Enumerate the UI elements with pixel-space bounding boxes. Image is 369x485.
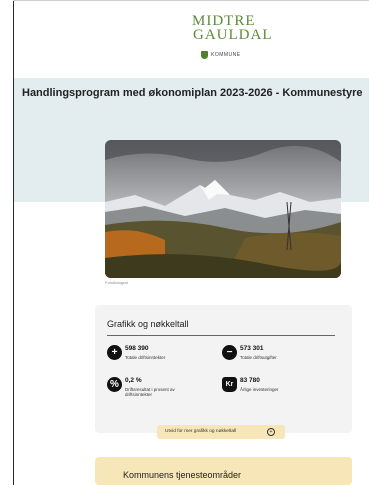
keyfigures-card: Grafikk og nøkkeltall + 598 390 Totale d… bbox=[95, 305, 352, 439]
kpi-value: 573 301 bbox=[240, 345, 264, 352]
expand-keyfigures-button[interactable]: Utvid for mer grafikk og nøkkeltall + bbox=[157, 425, 285, 439]
coat-of-arms-icon bbox=[201, 51, 208, 59]
plus-circle-outline-icon: + bbox=[267, 428, 275, 436]
keyfigures-title: Grafikk og nøkkeltall bbox=[107, 319, 189, 329]
services-section-header[interactable]: Kommunens tjenesteområder bbox=[95, 457, 352, 485]
page-top-border bbox=[13, 0, 369, 1]
mountain-photo-icon bbox=[105, 140, 341, 278]
percent-circle-icon: % bbox=[107, 377, 122, 392]
minus-circle-icon: − bbox=[222, 345, 237, 360]
page-title: Handlingsprogram med økonomiplan 2023-20… bbox=[22, 87, 363, 99]
kpi-label: Totale driftsutgifter bbox=[240, 355, 277, 360]
municipality-logo[interactable]: MIDTRE GAULDAL KOMMUNE bbox=[160, 14, 273, 62]
kpi-value: 83 780 bbox=[240, 377, 260, 384]
page-border bbox=[13, 0, 14, 485]
kpi-value: 598 390 bbox=[125, 345, 149, 352]
kpi-label: Driftsresultat i prosent av driftsinntek… bbox=[125, 387, 175, 397]
kpi-label: Årlige investeringer bbox=[240, 387, 279, 392]
kpi-value: 0,2 % bbox=[125, 377, 142, 384]
kpi-label: Totale driftsinntekter bbox=[125, 355, 166, 360]
services-title: Kommunens tjenesteområder bbox=[123, 470, 242, 480]
photo-caption: Foto/fotograf bbox=[105, 280, 128, 285]
logo-text-line2: GAULDAL bbox=[193, 27, 273, 43]
plus-circle-icon: + bbox=[107, 345, 122, 360]
divider bbox=[107, 335, 335, 336]
money-bag-icon: Kr bbox=[222, 377, 237, 392]
logo-subtitle: KOMMUNE bbox=[211, 52, 241, 58]
expand-button-label: Utvid for mer grafikk og nøkkeltall bbox=[165, 429, 237, 434]
hero-image bbox=[105, 140, 341, 278]
